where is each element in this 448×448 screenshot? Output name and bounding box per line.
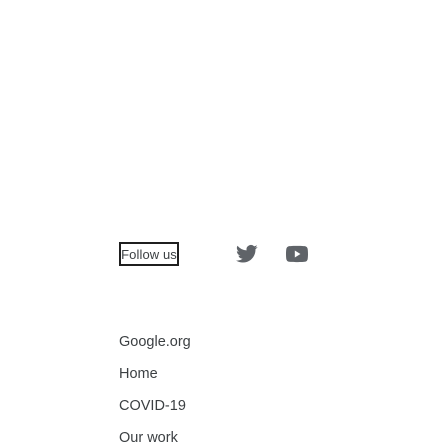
youtube-icon[interactable] — [286, 244, 308, 264]
twitter-icon[interactable] — [236, 244, 258, 264]
footer-link-home[interactable]: Home — [119, 358, 419, 390]
footer-heading: Google.org — [119, 334, 191, 350]
footer-links: Google.org Home COVID-19 Our work — [119, 326, 419, 448]
follow-us-label: Follow us — [119, 242, 179, 266]
page: Follow us Google.org Home COVID-19 Our w… — [0, 0, 448, 448]
footer-link-our-work[interactable]: Our work — [119, 422, 419, 448]
follow-us-row: Follow us — [119, 242, 448, 276]
footer-link-covid-19[interactable]: COVID-19 — [119, 390, 419, 422]
